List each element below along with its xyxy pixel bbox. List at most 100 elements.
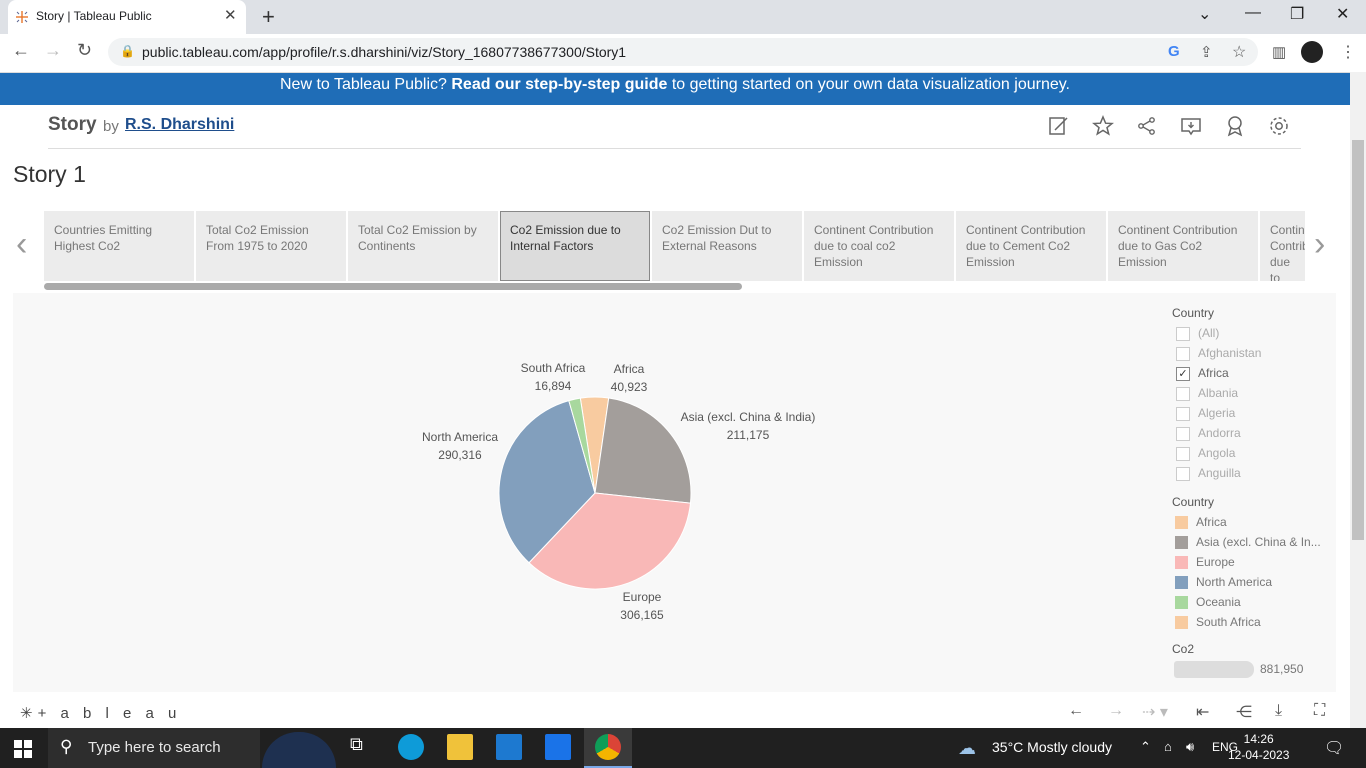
favorite-star-icon[interactable]: [1091, 114, 1115, 138]
legend-label: Africa: [1196, 515, 1227, 529]
pie-label-europe-name: Europe: [622, 590, 662, 604]
side-panel-icon[interactable]: ▥: [1272, 43, 1286, 61]
banner-guide-link[interactable]: Read our step-by-step guide: [451, 76, 667, 93]
filter-checkbox[interactable]: [1176, 446, 1190, 461]
volume-icon[interactable]: 🔊︎: [1186, 739, 1194, 755]
filter-item[interactable]: Afghanistan: [1176, 346, 1261, 366]
legend-item[interactable]: South Africa: [1175, 615, 1321, 635]
chrome-icon: [595, 734, 621, 760]
author-link[interactable]: R.S. Dharshini: [125, 116, 234, 134]
notifications-icon[interactable]: 🗨︎: [1324, 738, 1344, 758]
filter-item[interactable]: ✓ Africa: [1176, 366, 1261, 386]
tableau-logo[interactable]: ✳+ a b l e a u: [20, 704, 181, 722]
edit-viz-icon[interactable]: [1047, 114, 1071, 138]
weather-cloud-icon[interactable]: ☁: [958, 738, 976, 759]
new-tab-icon[interactable]: +: [262, 4, 275, 30]
reload-icon[interactable]: ↻: [77, 40, 92, 61]
filter-checkbox[interactable]: [1176, 326, 1190, 341]
filter-item-label: (All): [1198, 326, 1220, 340]
share-icon[interactable]: ⇪: [1200, 43, 1213, 61]
close-window-icon[interactable]: ✕: [1336, 4, 1349, 24]
fullscreen-icon[interactable]: ⛶: [1314, 702, 1325, 720]
story-point[interactable]: Continent Contribution due to Cement Co2…: [956, 211, 1106, 281]
task-view-icon[interactable]: ⧉: [350, 734, 376, 760]
google-icon[interactable]: G: [1168, 43, 1180, 60]
story-point[interactable]: Total Co2 Emission From 1975 to 2020: [196, 211, 346, 281]
filter-checkbox[interactable]: [1176, 386, 1190, 401]
filter-item[interactable]: (All): [1176, 326, 1261, 346]
undo-icon[interactable]: ←: [1068, 702, 1084, 720]
award-icon[interactable]: [1223, 114, 1247, 138]
bookmark-star-icon[interactable]: ☆: [1232, 42, 1246, 62]
story-next-arrow-icon[interactable]: ›: [1314, 225, 1325, 264]
filter-checkbox[interactable]: [1176, 346, 1190, 361]
pie-label-south-africa-name: South Africa: [520, 361, 586, 375]
page-scrollbar-thumb[interactable]: [1352, 140, 1364, 540]
share-viz-icon[interactable]: [1135, 114, 1159, 138]
legend-swatch: [1175, 576, 1188, 590]
header-divider: [48, 148, 1301, 149]
clock-date: 12-04-2023: [1228, 748, 1290, 762]
pie-label-africa-value: 40,923: [610, 380, 648, 394]
legend-item[interactable]: Africa: [1175, 515, 1321, 535]
filter-checkbox-checked[interactable]: ✓: [1176, 366, 1190, 381]
revert-all-icon[interactable]: ⇤: [1196, 702, 1209, 722]
story-point[interactable]: Continent Contribution due to coal co2 E…: [804, 211, 954, 281]
tableau-wordmark: + a b l e a u: [37, 705, 182, 722]
legend-item[interactable]: North America: [1175, 575, 1321, 595]
story-point[interactable]: Countries Emitting Highest Co2: [44, 211, 194, 281]
legend-item[interactable]: Europe: [1175, 555, 1321, 575]
profile-avatar[interactable]: [1301, 41, 1323, 63]
url-text[interactable]: public.tableau.com/app/profile/r.s.dhars…: [142, 44, 626, 60]
pie-label-africa-name: Africa: [613, 362, 645, 376]
filter-item[interactable]: Angola: [1176, 446, 1261, 466]
filter-checkbox[interactable]: [1176, 466, 1190, 481]
pie-label-asia-value: 211,175: [726, 428, 770, 442]
size-legend-max: 881,950: [1260, 662, 1304, 676]
maximize-icon[interactable]: ❐: [1290, 4, 1304, 24]
settings-gear-icon[interactable]: [1267, 114, 1291, 138]
weather-text[interactable]: 35°C Mostly cloudy: [992, 739, 1112, 755]
pie-label-asia-name: Asia (excl. China & India): [680, 410, 816, 424]
story-point-active[interactable]: Co2 Emission due to Internal Factors: [500, 211, 650, 281]
filter-checkbox[interactable]: [1176, 426, 1190, 441]
file-explorer-icon[interactable]: [447, 734, 473, 760]
story-point[interactable]: Continent Contribution due to Gas Co2 Em…: [1108, 211, 1258, 281]
filter-item[interactable]: Albania: [1176, 386, 1261, 406]
filter-item[interactable]: Algeria: [1176, 406, 1261, 426]
edge-icon[interactable]: [398, 734, 424, 760]
filter-item-label: Andorra: [1198, 426, 1241, 440]
story-points-scrollbar[interactable]: [44, 283, 742, 290]
banner-suffix: to getting started on your own data visu…: [667, 76, 1070, 93]
download-icon[interactable]: [1179, 114, 1203, 138]
mail-icon[interactable]: [545, 734, 571, 760]
size-legend-bar: [1174, 661, 1254, 678]
legend-item[interactable]: Asia (excl. China & In...: [1175, 535, 1321, 555]
forward-icon[interactable]: →: [44, 40, 62, 61]
pie-label-north-america-name: North America: [421, 430, 499, 444]
tab-close-icon[interactable]: ✕: [224, 6, 237, 24]
story-point[interactable]: Total Co2 Emission by Continents: [348, 211, 498, 281]
filter-item[interactable]: Andorra: [1176, 426, 1261, 446]
revert-icon[interactable]: ⇢ ▾: [1142, 702, 1168, 722]
menu-kebab-icon[interactable]: ⋮: [1340, 42, 1356, 62]
legend-swatch: [1175, 616, 1188, 630]
filter-item[interactable]: Anguilla: [1176, 466, 1261, 486]
microsoft-store-icon[interactable]: [496, 734, 522, 760]
share-bottom-icon[interactable]: ⋲: [1236, 702, 1252, 722]
legend-item[interactable]: Oceania: [1175, 595, 1321, 615]
minimize-icon[interactable]: —: [1245, 4, 1261, 22]
story-point[interactable]: Co2 Emission Dut to External Reasons: [652, 211, 802, 281]
network-icon[interactable]: ⌂: [1164, 739, 1172, 754]
filter-checkbox[interactable]: [1176, 406, 1190, 421]
filter-title: Country: [1172, 306, 1215, 320]
tab-search-chevron-icon[interactable]: ⌄: [1198, 4, 1211, 24]
download-bottom-icon[interactable]: ⤓: [1275, 702, 1282, 720]
tray-chevron-icon[interactable]: ⌃: [1140, 739, 1151, 755]
taskbar-clock[interactable]: 14:26 12-04-2023: [1228, 731, 1289, 763]
story-point[interactable]: Continent Contribution due to Flaring: [1260, 211, 1305, 281]
story-prev-arrow-icon[interactable]: ‹: [16, 225, 27, 264]
back-icon[interactable]: ←: [12, 40, 30, 61]
redo-icon[interactable]: →: [1108, 702, 1124, 720]
windows-start-icon[interactable]: [14, 740, 32, 758]
